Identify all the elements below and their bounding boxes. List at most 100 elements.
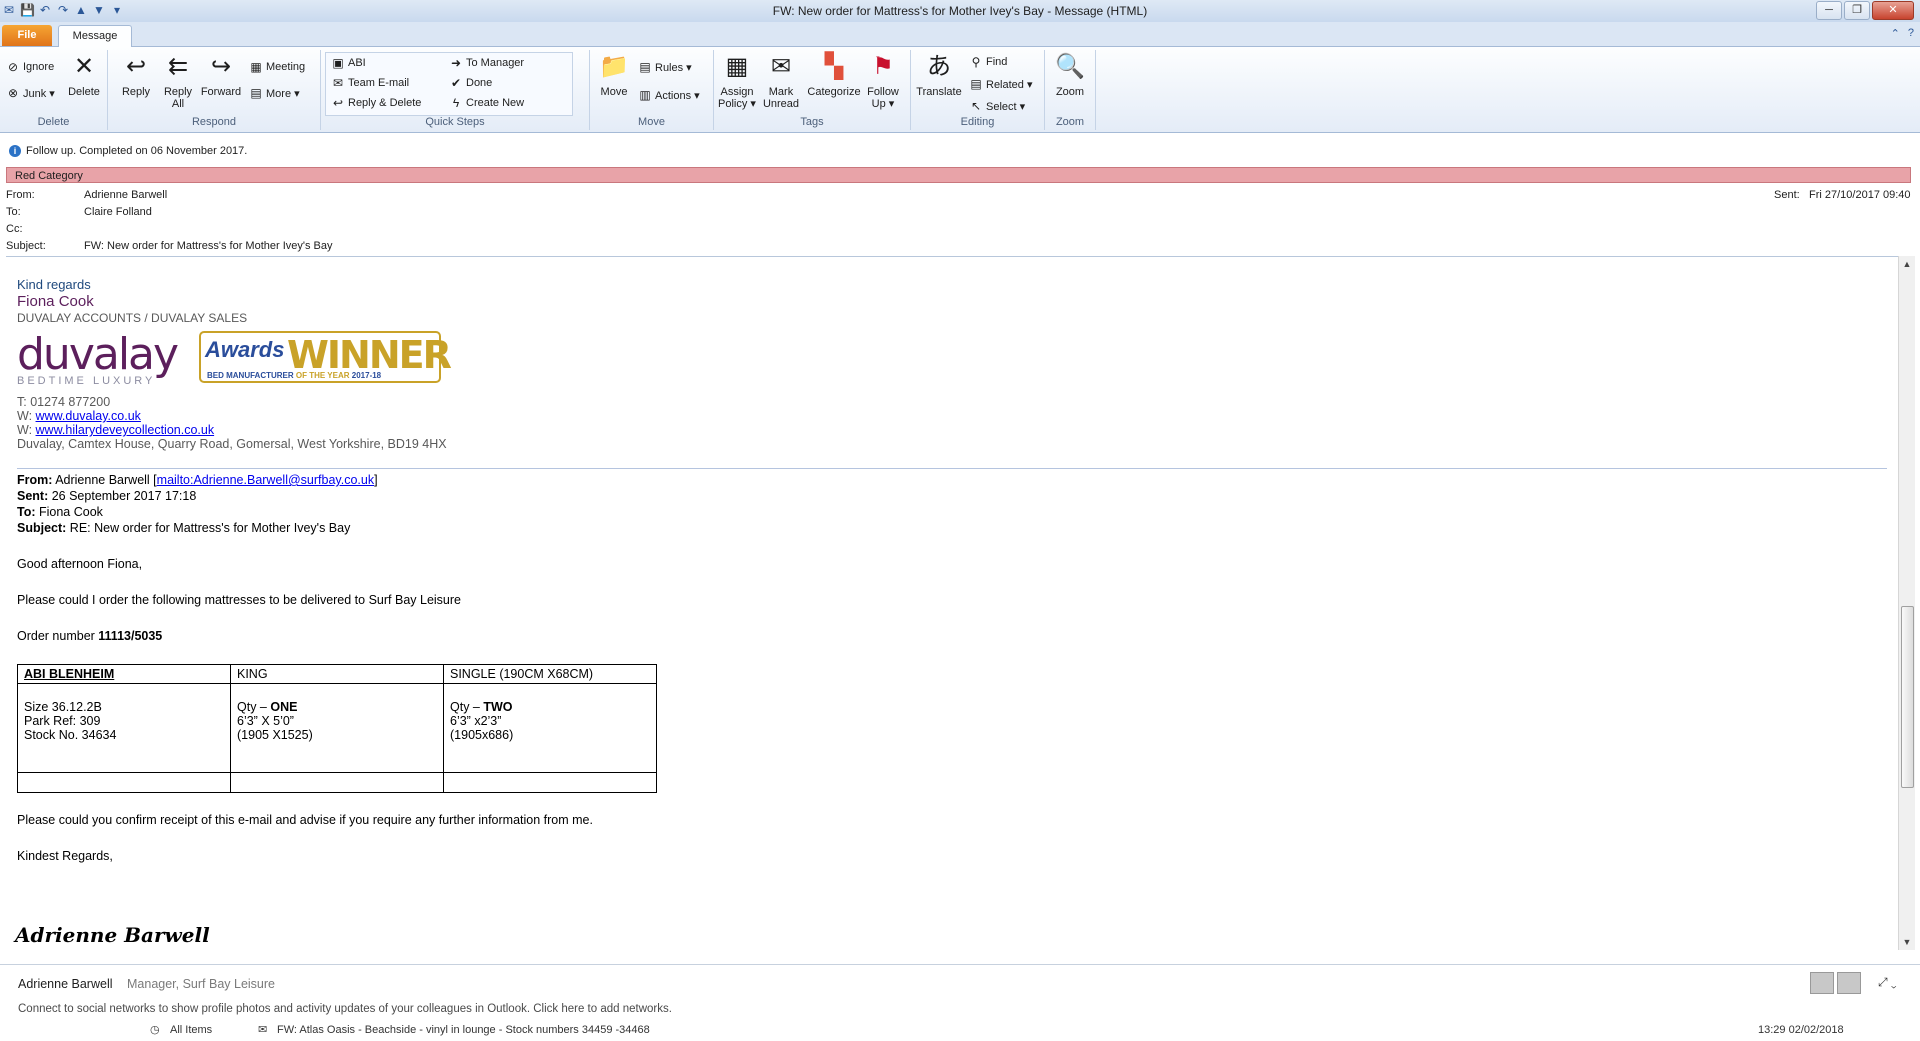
handwritten-signature: Adrienne Barwell: [15, 923, 210, 947]
move-group-label: Move: [638, 116, 665, 128]
contact-photos: [1810, 972, 1861, 994]
expand-pane-icon[interactable]: ⤢ ⌄: [1878, 975, 1897, 990]
find-button[interactable]: ⚲ Find: [969, 55, 1008, 69]
ribbon: ⊘ Ignore ⊗ Junk ▾ ✕ Delete Delete ↩ Reply ⇇ R…: [0, 47, 1920, 133]
junk-button[interactable]: ⊗ Junk ▾: [6, 86, 55, 100]
quickstep-team-email[interactable]: ✉ Team E-mail: [331, 76, 409, 90]
reply-all-button[interactable]: ⇇ Reply All: [157, 52, 199, 110]
avatar[interactable]: [1837, 972, 1861, 994]
people-pane-name[interactable]: Adrienne Barwell: [18, 977, 113, 991]
actions-button[interactable]: ▥ Actions ▾: [638, 88, 699, 102]
delete-icon: ✕: [73, 53, 95, 80]
translate-icon: あ: [927, 53, 951, 80]
category-bar: Red Category: [6, 167, 1911, 183]
scroll-thumb[interactable]: [1901, 606, 1914, 788]
quickstep-create-new[interactable]: ϟ Create New: [449, 96, 524, 110]
scroll-up-icon[interactable]: ▲: [1901, 258, 1913, 270]
avatar[interactable]: [1810, 972, 1834, 994]
mailto-link[interactable]: mailto:Adrienne.Barwell@surfbay.co.uk: [157, 473, 374, 487]
order-number-line: Order number 11113/5035: [17, 629, 163, 643]
table-empty-row: [17, 772, 657, 793]
help-icon[interactable]: ?: [1908, 27, 1914, 40]
respond-group: ↩ Reply ⇇ Reply All ↪ Forward ▦ Meeting ▤ More…: [108, 50, 321, 130]
award-logo: Awards WINNER BED MANUFACTURER OF THE YE…: [199, 331, 452, 383]
delete-group: ⊘ Ignore ⊗ Junk ▾ ✕ Delete Delete: [0, 50, 108, 130]
ignore-button[interactable]: ⊘ Ignore: [6, 60, 54, 74]
junk-icon: ⊗: [7, 86, 19, 100]
rules-button[interactable]: ▤ Rules ▾: [638, 60, 691, 74]
order-number: 11113/5035: [98, 629, 163, 643]
status-bar: ◷ All Items ✉ FW: Atlas Oasis - Beachsid…: [0, 1022, 1920, 1040]
magnifier-icon: 🔍: [1055, 53, 1085, 80]
ribbon-tab-icons: ⌃ ?: [1891, 27, 1914, 40]
delete-button[interactable]: ✕ Delete: [63, 52, 105, 98]
reply-icon: ↩: [125, 53, 147, 80]
next-item-subject[interactable]: FW: Atlas Oasis - Beachside - vinyl in l…: [277, 1024, 650, 1036]
forward-button[interactable]: ↪ Forward: [200, 52, 242, 98]
related-button[interactable]: ▤ Related ▾: [969, 77, 1032, 91]
restore-button[interactable]: ❐: [1844, 1, 1870, 20]
tags-group-label: Tags: [800, 116, 824, 128]
categorize-icon: ▚: [824, 53, 844, 80]
mark-unread-button[interactable]: ✉ Mark Unread: [760, 52, 802, 110]
divider: [17, 468, 1887, 469]
website-line-1: W: www.duvalay.co.uk: [17, 409, 141, 423]
next-item-time: 13:29 02/02/2018: [1758, 1024, 1844, 1036]
window-controls: ─ ❐ ✕: [1816, 1, 1914, 20]
checkmark-icon: ✔: [450, 76, 462, 90]
duvalay-logo: duvalay BEDTIME LUXURY: [17, 329, 179, 388]
quickstep-reply-delete[interactable]: ↩ Reply & Delete: [331, 96, 421, 110]
quick-steps-group-label: Quick Steps: [425, 116, 485, 128]
quickstep-done[interactable]: ✔ Done: [449, 76, 492, 90]
hilary-devey-link[interactable]: www.hilarydeveycollection.co.uk: [36, 423, 215, 437]
duvalay-link[interactable]: www.duvalay.co.uk: [36, 409, 141, 423]
more-button[interactable]: ▤ More ▾: [249, 86, 299, 100]
reply-delete-icon: ↩: [332, 96, 344, 110]
rules-icon: ▤: [639, 60, 651, 74]
related-icon: ▤: [970, 77, 982, 91]
calendar-icon: ▦: [250, 60, 262, 74]
connect-social-networks[interactable]: Connect to social networks to show profi…: [18, 1003, 672, 1015]
select-button[interactable]: ↖ Select ▾: [969, 99, 1025, 113]
more-icon: ▤: [250, 86, 262, 100]
quickstep-to-manager[interactable]: ➜ To Manager: [449, 56, 524, 70]
table-header-row: ABI BLENHEIM KING SINGLE (190CM X68CM): [17, 664, 657, 684]
follow-up-button[interactable]: ⚑ Follow Up ▾: [862, 52, 904, 110]
tab-file[interactable]: File: [2, 25, 52, 46]
close-button[interactable]: ✕: [1872, 1, 1914, 20]
zoom-group-label: Zoom: [1055, 116, 1085, 128]
quickstep-abi[interactable]: ▣ ABI: [331, 56, 365, 70]
sent-date: Fri 27/10/2017 09:40: [1809, 189, 1911, 201]
flag-icon: ⚑: [872, 53, 894, 80]
message-body[interactable]: Kind regards Fiona Cook DUVALAY ACCOUNTS…: [6, 256, 1898, 951]
tab-message[interactable]: Message: [58, 25, 132, 47]
ignore-icon: ⊘: [7, 60, 19, 74]
sender-name[interactable]: Adrienne Barwell: [84, 187, 167, 203]
editing-group-label: Editing: [960, 116, 995, 128]
all-items[interactable]: All Items: [170, 1024, 212, 1036]
actions-icon: ▥: [639, 88, 651, 102]
envelope-icon: ✉: [258, 1024, 268, 1036]
minimize-button[interactable]: ─: [1816, 1, 1842, 20]
move-group: 📁 Move ▤ Rules ▾ ▥ Actions ▾ Move: [590, 50, 714, 130]
recipient-name[interactable]: Claire Folland: [84, 204, 152, 220]
order-request: Please could I order the following mattr…: [17, 593, 461, 607]
info-bar[interactable]: i Follow up. Completed on 06 November 20…: [0, 141, 1920, 161]
title-bar: ✉ 💾 ↶ ↷ ▲ ▼ ▾ FW: New order for Mattress…: [0, 0, 1920, 23]
meeting-button[interactable]: ▦ Meeting: [249, 60, 305, 74]
address: Duvalay, Camtex House, Quarry Road, Gome…: [17, 437, 447, 451]
vertical-scrollbar[interactable]: ▲ ▼: [1898, 256, 1915, 950]
phone: T: 01274 877200: [17, 395, 111, 409]
zoom-button[interactable]: 🔍 Zoom: [1049, 52, 1091, 98]
quickstep-icon: ▣: [332, 56, 344, 70]
categorize-button[interactable]: ▚ Categorize: [806, 52, 862, 98]
scroll-down-icon[interactable]: ▼: [1901, 936, 1913, 948]
move-button[interactable]: 📁 Move: [593, 52, 635, 98]
assign-policy-button[interactable]: ▦ Assign Policy ▾: [716, 52, 758, 110]
minimize-ribbon-icon[interactable]: ⌃: [1891, 27, 1900, 40]
greeting: Good afternoon Fiona,: [17, 557, 143, 571]
translate-button[interactable]: あ Translate: [914, 52, 964, 98]
envelope-icon: ✉: [770, 53, 792, 80]
reply-button[interactable]: ↩ Reply: [115, 52, 157, 98]
info-icon: i: [9, 145, 21, 157]
